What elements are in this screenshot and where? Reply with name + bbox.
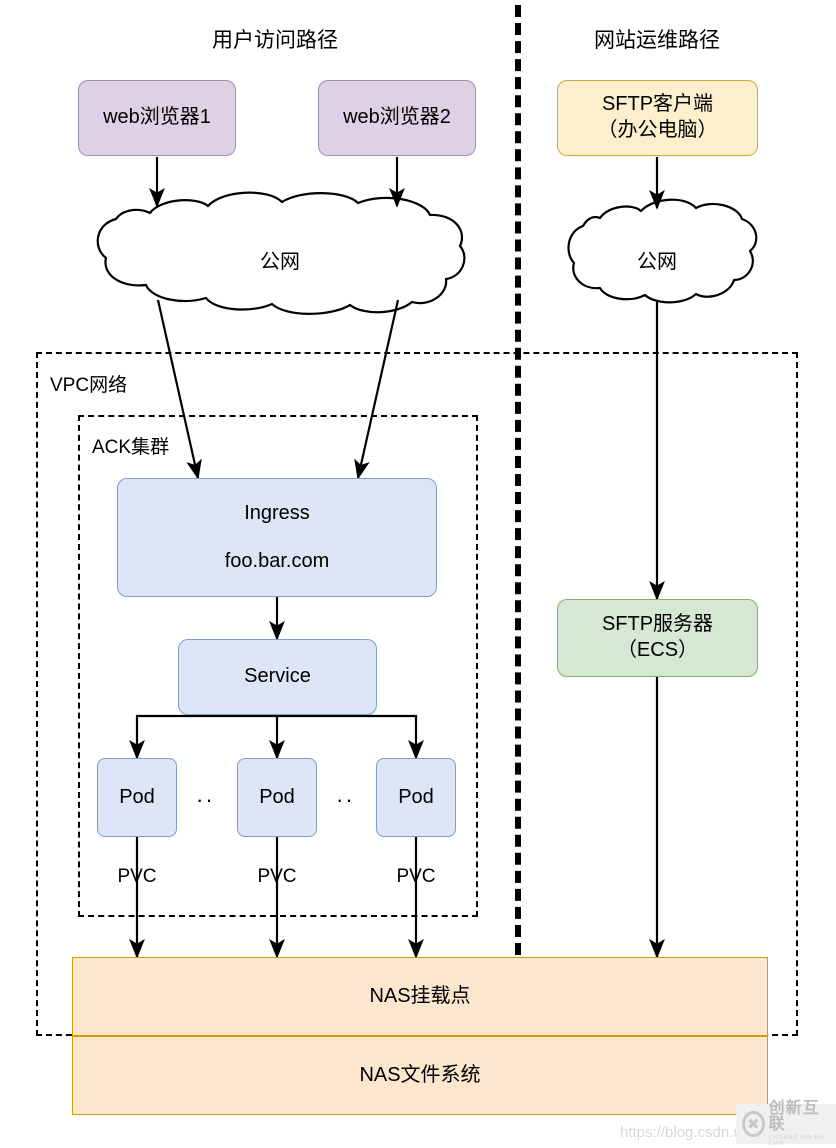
node-nas-filesystem-label: NAS文件系统 (359, 1063, 481, 1086)
watermark-badge: ✖ 创新互联 CHUANG XIN HU LIAN (736, 1100, 836, 1148)
node-web-browser-2[interactable]: web浏览器2 (318, 80, 476, 156)
node-pod-2[interactable]: Pod (237, 758, 317, 837)
watermark-brand: 创新互联 CHUANG XIN HU LIAN (768, 1100, 830, 1148)
group-label-vpc-network: VPC网络 (50, 375, 128, 396)
node-web-browser-1[interactable]: web浏览器1 (78, 80, 236, 156)
node-pod-2-label: Pod (259, 785, 295, 808)
node-sftp-client-label-line1: SFTP客户端 (601, 93, 714, 116)
node-pod-1[interactable]: Pod (97, 758, 177, 837)
pod-ellipsis-1: ·· (196, 787, 215, 812)
node-ingress[interactable]: Ingress foo.bar.com (117, 478, 437, 597)
node-pod-3[interactable]: Pod (376, 758, 456, 837)
node-service-label: Service (244, 665, 311, 688)
node-pod-3-label: Pod (398, 785, 434, 808)
watermark-url: https://blog.csdn.n (620, 1124, 742, 1141)
group-label-ack-cluster: ACK集群 (92, 437, 170, 458)
node-pod-1-label: Pod (119, 785, 155, 808)
edge-label-pvc-2: PVC (257, 866, 297, 887)
node-sftp-client-label-line2: （办公电脑） (597, 119, 718, 141)
node-sftp-server[interactable]: SFTP服务器 （ECS） (557, 599, 758, 677)
watermark-brand-cn: 创新互联 (768, 1100, 820, 1133)
node-web-browser-2-label: web浏览器2 (343, 106, 451, 129)
diagram-canvas: 用户访问路径 网站运维路径 VPC网络 ACK集群 web浏览器1 web浏览器… (0, 0, 836, 1148)
pod-ellipsis-2: ·· (336, 787, 355, 812)
node-public-network-left-label: 公网 (260, 251, 300, 273)
node-sftp-server-label-line2: （ECS） (616, 639, 699, 661)
node-public-network-right-label: 公网 (637, 251, 677, 273)
node-ingress-label: Ingress (244, 501, 310, 524)
node-service[interactable]: Service (178, 639, 377, 715)
node-web-browser-1-label: web浏览器1 (103, 106, 211, 129)
watermark-brand-en: CHUANG XIN HU LIAN (768, 1135, 825, 1147)
node-ingress-host: foo.bar.com (224, 549, 330, 572)
lane-title-ops: 网站运维路径 (594, 29, 720, 52)
node-nas-mount-point[interactable]: NAS挂载点 (72, 957, 768, 1036)
edge-label-pvc-1: PVC (117, 866, 157, 887)
lane-title-user-access: 用户访问路径 (212, 29, 338, 52)
node-sftp-client[interactable]: SFTP客户端 （办公电脑） (557, 80, 758, 156)
node-sftp-server-label-line1: SFTP服务器 (601, 613, 714, 636)
watermark-logo-icon: ✖ (742, 1111, 765, 1137)
node-nas-mount-point-label: NAS挂载点 (369, 984, 471, 1007)
node-nas-filesystem[interactable]: NAS文件系统 (72, 1036, 768, 1115)
edge-label-pvc-3: PVC (396, 866, 436, 887)
